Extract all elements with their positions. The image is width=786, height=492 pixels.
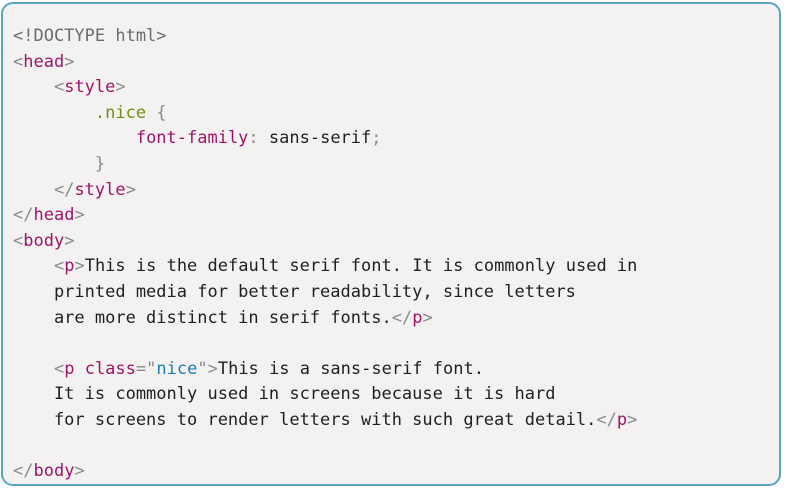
code-panel: <!DOCTYPE html> <head> <style> .nice { fo… <box>1 2 781 486</box>
code-token-tag: head <box>33 205 75 226</box>
code-token-punctuation: > <box>422 307 433 328</box>
code-line: for screens to render letters with such … <box>13 408 637 434</box>
code-token-punctuation: < <box>53 358 65 379</box>
code-token-attribute: class <box>84 358 136 379</box>
code-token-text: sans-serif <box>268 128 372 149</box>
code-token-tag: p <box>64 358 75 379</box>
code-token-text: for screens to render letters with such … <box>13 409 597 430</box>
code-line: <p class="nice">This is a sans-serif fon… <box>13 357 637 383</box>
code-token-punctuation: " <box>197 358 208 379</box>
code-token-punctuation: < <box>53 77 65 98</box>
code-token-punctuation: : <box>248 128 269 149</box>
code-line: <!DOCTYPE html> <box>13 24 637 50</box>
code-token-punctuation: < <box>53 256 65 277</box>
code-token-doctype: <!DOCTYPE html> <box>13 26 167 46</box>
code-token-tag: body <box>33 461 75 482</box>
code-token-punctuation: = <box>135 358 147 379</box>
code-block: <!DOCTYPE html> <head> <style> .nice { fo… <box>13 24 637 484</box>
code-token-punctuation: > <box>125 179 136 200</box>
code-token-punctuation: > <box>115 77 126 98</box>
code-line: <p>This is the default serif font. It is… <box>13 254 637 280</box>
code-token-property: font-family <box>135 128 249 149</box>
code-token-tag: p <box>412 307 423 328</box>
code-line: It is commonly used in screens because i… <box>13 382 637 408</box>
code-token-text: This is a sans-serif font. <box>217 358 484 379</box>
code-line: </style> <box>13 178 637 204</box>
code-token-punctuation: </ <box>596 409 617 430</box>
code-token-text: are more distinct in serif fonts. <box>13 307 392 328</box>
code-token-punctuation: > <box>207 358 218 379</box>
code-token-tag: style <box>74 179 126 200</box>
code-token-tag: p <box>64 256 75 277</box>
code-line: } <box>13 152 637 178</box>
code-token-punctuation: </ <box>13 461 34 482</box>
code-token-punctuation: ; <box>371 128 382 149</box>
code-token-text: printed media for better readability, si… <box>13 281 576 302</box>
code-token-punctuation: > <box>74 256 85 277</box>
code-token-tag: style <box>64 77 116 98</box>
code-line: printed media for better readability, si… <box>13 280 637 306</box>
code-line: ​ <box>13 331 637 357</box>
code-token-text: It is commonly used in screens because i… <box>13 384 556 405</box>
code-token-punctuation: </ <box>53 179 75 200</box>
code-line: </body> <box>13 459 637 484</box>
code-line: <body> <box>13 229 637 255</box>
code-token-punctuation: </ <box>13 205 34 226</box>
code-token-punctuation: </ <box>391 307 413 328</box>
code-token-punctuation: " <box>146 358 157 379</box>
code-token-punctuation: < <box>13 51 24 72</box>
code-token-punctuation: > <box>74 461 85 482</box>
code-token-string: nice <box>156 358 198 379</box>
code-token-punctuation: > <box>627 409 638 430</box>
code-token-punctuation: > <box>64 230 75 251</box>
code-token-tag: body <box>23 230 65 251</box>
code-token-punctuation: < <box>13 230 24 251</box>
code-line: </head> <box>13 203 637 229</box>
code-token-punctuation: } <box>94 153 106 174</box>
code-token-selector: .nice <box>94 102 147 123</box>
code-line: font-family: sans-serif; <box>13 126 637 152</box>
code-line: .nice { <box>13 101 637 127</box>
code-token-punctuation: { <box>146 102 167 123</box>
code-line: <head> <box>13 50 637 76</box>
code-line: are more distinct in serif fonts.</p> <box>13 306 637 332</box>
code-token-punctuation: > <box>74 205 85 226</box>
code-token-tag: head <box>23 51 65 72</box>
code-token-text: This is the default serif font. It is co… <box>84 256 638 277</box>
code-token-tag: p <box>616 409 628 430</box>
code-token-punctuation: > <box>64 51 75 72</box>
code-line: ​ <box>13 434 637 460</box>
code-line: <style> <box>13 75 637 101</box>
